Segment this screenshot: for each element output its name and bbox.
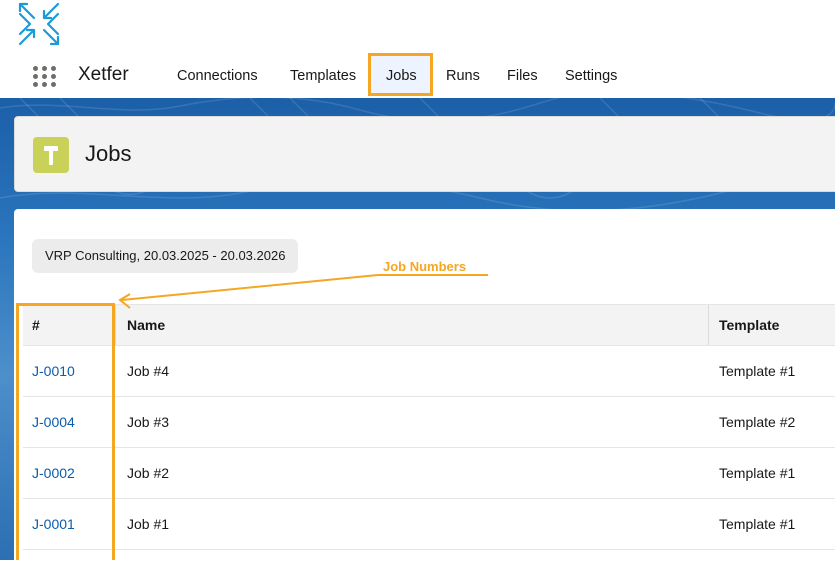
nav-item-runs[interactable]: Runs — [446, 68, 480, 84]
table-header: # Name Template — [23, 304, 835, 346]
xetfer-logo-icon — [16, 0, 62, 48]
job-name: Job #4 — [127, 363, 170, 379]
table-row: J-0002 Job #2 Template #1 — [23, 448, 835, 499]
table-row: J-0004 Job #3 Template #2 — [23, 397, 835, 448]
job-name: Job #3 — [127, 414, 170, 430]
top-navigation: Xetfer Connections Templates Jobs Runs F… — [0, 54, 835, 98]
page-title: Jobs — [85, 141, 132, 166]
nav-item-settings[interactable]: Settings — [565, 68, 617, 84]
job-template: Template #1 — [719, 516, 796, 532]
filter-pill[interactable]: VRP Consulting, 20.03.2025 - 20.03.2026 — [32, 239, 299, 273]
jobs-table: # Name Template J-0010 Job #4 Template #… — [23, 304, 835, 550]
job-name: Job #2 — [127, 465, 170, 481]
nav-item-templates[interactable]: Templates — [290, 68, 356, 84]
column-header-template[interactable]: Template — [719, 305, 779, 345]
nav-item-files[interactable]: Files — [507, 68, 538, 84]
nav-item-jobs[interactable]: Jobs — [386, 68, 417, 84]
job-template: Template #2 — [719, 414, 796, 430]
table-row: J-0010 Job #4 Template #1 — [23, 346, 835, 397]
column-divider — [115, 305, 116, 345]
hammer-icon — [33, 137, 69, 173]
page-header: Jobs — [14, 116, 835, 192]
column-divider — [708, 305, 709, 345]
app-launcher-icon[interactable] — [33, 66, 59, 88]
table-row: J-0001 Job #1 Template #1 — [23, 499, 835, 550]
nav-item-connections[interactable]: Connections — [177, 68, 258, 84]
job-template: Template #1 — [719, 363, 796, 379]
job-numbers-highlight — [16, 303, 115, 560]
annotation-label: Job Numbers — [383, 259, 467, 274]
app-name: Xetfer — [78, 64, 129, 85]
job-name: Job #1 — [127, 516, 170, 532]
column-header-name[interactable]: Name — [127, 305, 165, 345]
job-template: Template #1 — [719, 465, 796, 481]
